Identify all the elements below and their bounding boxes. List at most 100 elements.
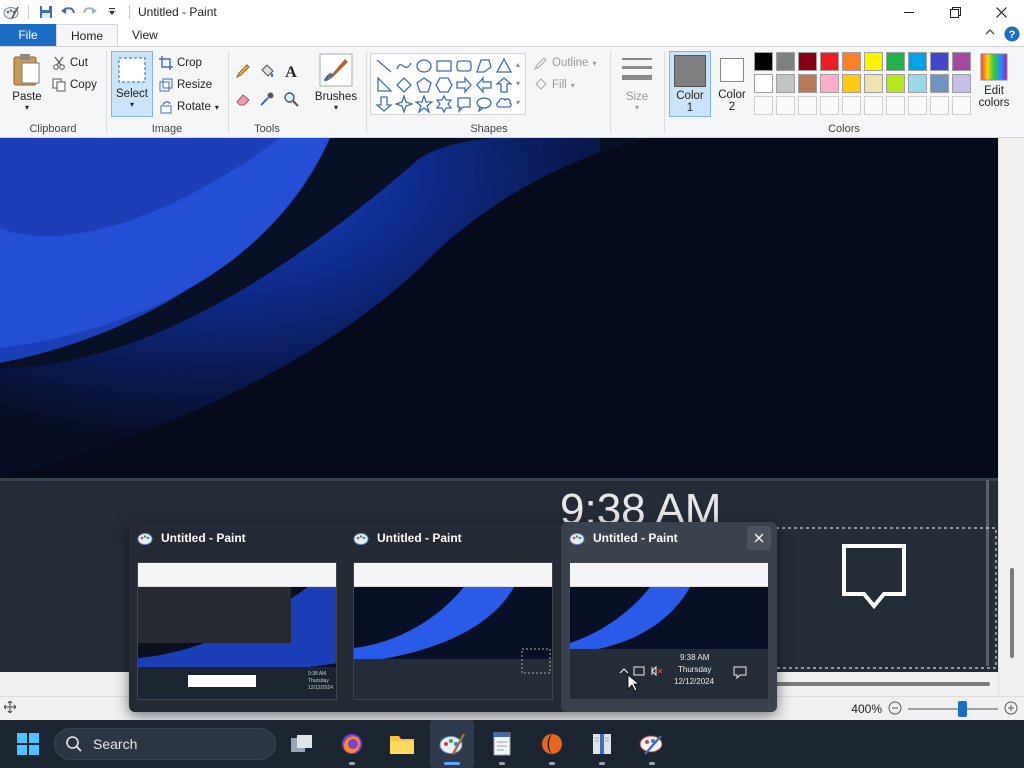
taskbar-app-orange[interactable] (530, 720, 574, 768)
taskbar-notepad[interactable] (480, 720, 524, 768)
window-thumbnail-active[interactable]: Untitled - Paint 9:38 AM Thursday 12/12/… (561, 522, 777, 712)
fill-button[interactable]: Fill ▾ (534, 75, 575, 95)
redo-icon[interactable] (79, 1, 101, 23)
palette-swatch[interactable] (776, 74, 795, 93)
rounded-callout-shape-icon[interactable] (455, 95, 473, 113)
color2-button[interactable]: Color 2 (713, 54, 751, 113)
palette-swatch[interactable] (754, 52, 773, 71)
brushes-button[interactable]: Brushes ▾ (314, 53, 358, 112)
cloud-callout-shape-icon[interactable] (495, 95, 513, 113)
taskbar-paint-alt[interactable] (630, 720, 674, 768)
zoom-out-icon[interactable] (888, 701, 902, 718)
six-point-star-shape-icon[interactable] (435, 95, 453, 113)
taskbar-firefox[interactable] (330, 720, 374, 768)
curve-shape-icon[interactable] (395, 57, 413, 75)
copy-button[interactable]: Copy (52, 75, 97, 95)
customize-qat-icon[interactable] (101, 1, 123, 23)
restore-button[interactable] (932, 0, 978, 24)
palette-swatch[interactable] (930, 52, 949, 71)
palette-swatch[interactable] (798, 74, 817, 93)
taskbar-file-explorer[interactable] (380, 720, 424, 768)
edit-colors-button[interactable]: Edit colors (974, 53, 1014, 109)
tab-view[interactable]: View (118, 24, 172, 46)
rotate-button[interactable]: Rotate ▾ (159, 97, 219, 117)
save-icon[interactable] (35, 1, 57, 23)
taskbar-search[interactable]: Search (54, 728, 276, 760)
close-button[interactable] (978, 0, 1024, 24)
undo-icon[interactable] (57, 1, 79, 23)
rounded-rectangle-shape-icon[interactable] (455, 57, 473, 75)
down-arrow-shape-icon[interactable] (375, 95, 393, 113)
fill-bucket-icon[interactable] (257, 61, 277, 81)
palette-swatch[interactable] (842, 74, 861, 93)
window-thumbnail[interactable]: Untitled - Paint (345, 522, 561, 712)
rectangle-shape-icon[interactable] (435, 57, 453, 75)
up-arrow-shape-icon[interactable] (495, 76, 513, 94)
palette-swatch[interactable] (842, 52, 861, 71)
palette-swatch-empty[interactable] (776, 96, 795, 115)
line-shape-icon[interactable] (375, 57, 393, 75)
paint-app-icon[interactable] (0, 1, 22, 23)
outline-button[interactable]: Outline ▾ (534, 53, 596, 73)
palette-swatch[interactable] (952, 74, 971, 93)
oval-shape-icon[interactable] (415, 57, 433, 75)
eraser-icon[interactable] (233, 89, 253, 109)
four-point-star-shape-icon[interactable] (395, 95, 413, 113)
thumbnail-close-button[interactable] (747, 526, 771, 550)
right-triangle-shape-icon[interactable] (375, 76, 393, 94)
palette-swatch-empty[interactable] (798, 96, 817, 115)
color1-button[interactable]: Color 1 (669, 51, 711, 117)
palette-swatch[interactable] (754, 74, 773, 93)
collapse-ribbon-icon[interactable] (984, 26, 996, 45)
start-button[interactable] (4, 720, 52, 768)
paste-button[interactable]: Paste ▾ (8, 53, 46, 112)
palette-swatch[interactable] (798, 52, 817, 71)
zoom-slider[interactable] (908, 701, 998, 717)
palette-swatch-empty[interactable] (864, 96, 883, 115)
taskbar-reader[interactable] (580, 720, 624, 768)
zoom-slider-thumb[interactable] (958, 701, 967, 717)
palette-swatch[interactable] (864, 52, 883, 71)
palette-swatch[interactable] (930, 74, 949, 93)
palette-swatch[interactable] (820, 52, 839, 71)
diamond-shape-icon[interactable] (395, 76, 413, 94)
taskbar-paint[interactable] (430, 720, 474, 768)
crop-button[interactable]: Crop (159, 53, 202, 73)
right-arrow-shape-icon[interactable] (455, 76, 473, 94)
palette-swatch-empty[interactable] (908, 96, 927, 115)
magnifier-icon[interactable] (281, 89, 301, 109)
hexagon-shape-icon[interactable] (435, 76, 453, 94)
vertical-scrollbar[interactable] (998, 138, 1024, 696)
five-point-star-shape-icon[interactable] (415, 95, 433, 113)
palette-swatch[interactable] (864, 74, 883, 93)
select-button[interactable]: Select ▾ (111, 51, 153, 117)
palette-swatch-empty[interactable] (886, 96, 905, 115)
palette-swatch-empty[interactable] (952, 96, 971, 115)
cut-button[interactable]: Cut (52, 53, 88, 73)
oval-callout-shape-icon[interactable] (475, 95, 493, 113)
palette-swatch[interactable] (776, 52, 795, 71)
left-arrow-shape-icon[interactable] (475, 76, 493, 94)
vertical-scroll-thumb[interactable] (1010, 568, 1014, 658)
window-thumbnail[interactable]: Untitled - Paint 9:38 AM Thursday 12/12/… (129, 522, 345, 712)
triangle-shape-icon[interactable] (495, 57, 513, 75)
text-tool-icon[interactable]: A (281, 61, 301, 81)
help-icon[interactable]: ? (1004, 26, 1020, 45)
palette-swatch-empty[interactable] (754, 96, 773, 115)
size-button[interactable]: Size ▾ (616, 55, 658, 112)
palette-swatch[interactable] (820, 74, 839, 93)
palette-swatch-empty[interactable] (930, 96, 949, 115)
zoom-in-icon[interactable] (1004, 701, 1018, 718)
palette-swatch[interactable] (908, 74, 927, 93)
palette-swatch[interactable] (952, 52, 971, 71)
taskbar-task-view[interactable] (280, 720, 324, 768)
pencil-icon[interactable] (233, 61, 253, 81)
resize-button[interactable]: Resize (159, 75, 212, 95)
polygon-shape-icon[interactable] (475, 57, 493, 75)
palette-swatch[interactable] (886, 52, 905, 71)
tab-home[interactable]: Home (56, 24, 119, 46)
minimize-button[interactable] (886, 0, 932, 24)
shapes-scroll-controls[interactable]: ▴ ▾ ▾ (516, 55, 520, 112)
palette-swatch-empty[interactable] (820, 96, 839, 115)
pentagon-shape-icon[interactable] (415, 76, 433, 94)
